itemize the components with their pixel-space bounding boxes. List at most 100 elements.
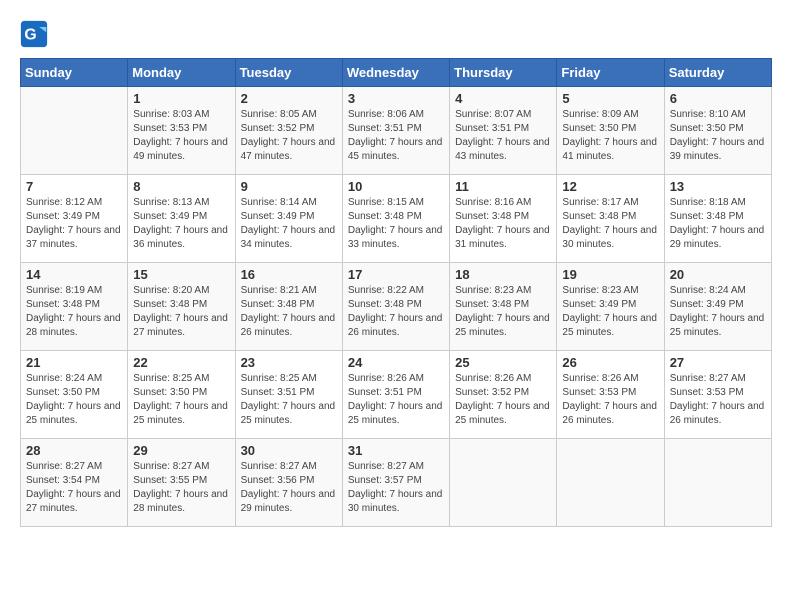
day-number: 21 xyxy=(26,355,122,370)
day-info: Sunrise: 8:24 AMSunset: 3:49 PMDaylight:… xyxy=(670,284,766,340)
calendar-cell xyxy=(450,439,557,527)
day-info: Sunrise: 8:18 AMSunset: 3:48 PMDaylight:… xyxy=(670,196,766,252)
calendar-cell: 13 Sunrise: 8:18 AMSunset: 3:48 PMDayligh… xyxy=(664,175,771,263)
logo: G xyxy=(20,20,52,48)
calendar-cell: 4 Sunrise: 8:07 AMSunset: 3:51 PMDaylight… xyxy=(450,87,557,175)
calendar-cell: 3 Sunrise: 8:06 AMSunset: 3:51 PMDaylight… xyxy=(342,87,449,175)
header-wednesday: Wednesday xyxy=(342,59,449,87)
page-header: G xyxy=(20,16,772,48)
calendar-cell xyxy=(664,439,771,527)
calendar-cell: 31 Sunrise: 8:27 AMSunset: 3:57 PMDayligh… xyxy=(342,439,449,527)
calendar-cell: 8 Sunrise: 8:13 AMSunset: 3:49 PMDaylight… xyxy=(128,175,235,263)
day-number: 5 xyxy=(562,91,658,106)
day-info: Sunrise: 8:20 AMSunset: 3:48 PMDaylight:… xyxy=(133,284,229,340)
day-info: Sunrise: 8:06 AMSunset: 3:51 PMDaylight:… xyxy=(348,108,444,164)
calendar-cell: 7 Sunrise: 8:12 AMSunset: 3:49 PMDaylight… xyxy=(21,175,128,263)
day-info: Sunrise: 8:27 AMSunset: 3:57 PMDaylight:… xyxy=(348,460,444,516)
day-number: 13 xyxy=(670,179,766,194)
day-number: 10 xyxy=(348,179,444,194)
day-info: Sunrise: 8:09 AMSunset: 3:50 PMDaylight:… xyxy=(562,108,658,164)
day-info: Sunrise: 8:07 AMSunset: 3:51 PMDaylight:… xyxy=(455,108,551,164)
day-number: 17 xyxy=(348,267,444,282)
calendar-cell: 10 Sunrise: 8:15 AMSunset: 3:48 PMDayligh… xyxy=(342,175,449,263)
calendar-cell: 5 Sunrise: 8:09 AMSunset: 3:50 PMDaylight… xyxy=(557,87,664,175)
calendar-cell: 6 Sunrise: 8:10 AMSunset: 3:50 PMDaylight… xyxy=(664,87,771,175)
day-info: Sunrise: 8:25 AMSunset: 3:51 PMDaylight:… xyxy=(241,372,337,428)
calendar-cell: 21 Sunrise: 8:24 AMSunset: 3:50 PMDayligh… xyxy=(21,351,128,439)
calendar-cell xyxy=(557,439,664,527)
day-number: 28 xyxy=(26,443,122,458)
day-info: Sunrise: 8:19 AMSunset: 3:48 PMDaylight:… xyxy=(26,284,122,340)
header-sunday: Sunday xyxy=(21,59,128,87)
calendar-cell: 28 Sunrise: 8:27 AMSunset: 3:54 PMDayligh… xyxy=(21,439,128,527)
day-info: Sunrise: 8:27 AMSunset: 3:56 PMDaylight:… xyxy=(241,460,337,516)
day-info: Sunrise: 8:12 AMSunset: 3:49 PMDaylight:… xyxy=(26,196,122,252)
calendar-week-3: 14 Sunrise: 8:19 AMSunset: 3:48 PMDayligh… xyxy=(21,263,772,351)
day-number: 8 xyxy=(133,179,229,194)
calendar-cell: 22 Sunrise: 8:25 AMSunset: 3:50 PMDayligh… xyxy=(128,351,235,439)
logo-icon: G xyxy=(20,20,48,48)
day-info: Sunrise: 8:21 AMSunset: 3:48 PMDaylight:… xyxy=(241,284,337,340)
calendar-cell: 9 Sunrise: 8:14 AMSunset: 3:49 PMDaylight… xyxy=(235,175,342,263)
day-info: Sunrise: 8:13 AMSunset: 3:49 PMDaylight:… xyxy=(133,196,229,252)
calendar-cell: 17 Sunrise: 8:22 AMSunset: 3:48 PMDayligh… xyxy=(342,263,449,351)
day-info: Sunrise: 8:05 AMSunset: 3:52 PMDaylight:… xyxy=(241,108,337,164)
calendar-cell: 11 Sunrise: 8:16 AMSunset: 3:48 PMDayligh… xyxy=(450,175,557,263)
day-info: Sunrise: 8:03 AMSunset: 3:53 PMDaylight:… xyxy=(133,108,229,164)
day-info: Sunrise: 8:27 AMSunset: 3:54 PMDaylight:… xyxy=(26,460,122,516)
calendar-cell: 15 Sunrise: 8:20 AMSunset: 3:48 PMDayligh… xyxy=(128,263,235,351)
day-number: 30 xyxy=(241,443,337,458)
day-number: 19 xyxy=(562,267,658,282)
calendar-cell: 24 Sunrise: 8:26 AMSunset: 3:51 PMDayligh… xyxy=(342,351,449,439)
day-number: 26 xyxy=(562,355,658,370)
calendar-cell: 1Sunrise: 8:03 AMSunset: 3:53 PMDaylight… xyxy=(128,87,235,175)
day-info: Sunrise: 8:10 AMSunset: 3:50 PMDaylight:… xyxy=(670,108,766,164)
svg-text:G: G xyxy=(24,26,36,43)
calendar-cell xyxy=(21,87,128,175)
day-number: 31 xyxy=(348,443,444,458)
day-number: 4 xyxy=(455,91,551,106)
day-number: 2 xyxy=(241,91,337,106)
calendar-cell: 16 Sunrise: 8:21 AMSunset: 3:48 PMDayligh… xyxy=(235,263,342,351)
day-number: 15 xyxy=(133,267,229,282)
day-number: 7 xyxy=(26,179,122,194)
day-number: 16 xyxy=(241,267,337,282)
day-number: 3 xyxy=(348,91,444,106)
calendar-cell: 2 Sunrise: 8:05 AMSunset: 3:52 PMDaylight… xyxy=(235,87,342,175)
day-info: Sunrise: 8:23 AMSunset: 3:48 PMDaylight:… xyxy=(455,284,551,340)
day-info: Sunrise: 8:16 AMSunset: 3:48 PMDaylight:… xyxy=(455,196,551,252)
calendar-cell: 14 Sunrise: 8:19 AMSunset: 3:48 PMDayligh… xyxy=(21,263,128,351)
day-info: Sunrise: 8:17 AMSunset: 3:48 PMDaylight:… xyxy=(562,196,658,252)
day-info: Sunrise: 8:27 AMSunset: 3:53 PMDaylight:… xyxy=(670,372,766,428)
calendar-cell: 29Sunrise: 8:27 AMSunset: 3:55 PMDayligh… xyxy=(128,439,235,527)
day-info: Sunrise: 8:15 AMSunset: 3:48 PMDaylight:… xyxy=(348,196,444,252)
calendar-header-row: SundayMondayTuesdayWednesdayThursdayFrid… xyxy=(21,59,772,87)
day-number: 12 xyxy=(562,179,658,194)
day-number: 18 xyxy=(455,267,551,282)
day-info: Sunrise: 8:14 AMSunset: 3:49 PMDaylight:… xyxy=(241,196,337,252)
day-number: 6 xyxy=(670,91,766,106)
day-number: 24 xyxy=(348,355,444,370)
day-number: 27 xyxy=(670,355,766,370)
day-number: 14 xyxy=(26,267,122,282)
calendar-cell: 12 Sunrise: 8:17 AMSunset: 3:48 PMDayligh… xyxy=(557,175,664,263)
day-info: Sunrise: 8:26 AMSunset: 3:52 PMDaylight:… xyxy=(455,372,551,428)
day-number: 11 xyxy=(455,179,551,194)
calendar-cell: 20Sunrise: 8:24 AMSunset: 3:49 PMDayligh… xyxy=(664,263,771,351)
day-info: Sunrise: 8:23 AMSunset: 3:49 PMDaylight:… xyxy=(562,284,658,340)
calendar-cell: 19 Sunrise: 8:23 AMSunset: 3:49 PMDayligh… xyxy=(557,263,664,351)
calendar-week-4: 21 Sunrise: 8:24 AMSunset: 3:50 PMDayligh… xyxy=(21,351,772,439)
calendar-cell: 18 Sunrise: 8:23 AMSunset: 3:48 PMDayligh… xyxy=(450,263,557,351)
header-tuesday: Tuesday xyxy=(235,59,342,87)
day-info: Sunrise: 8:25 AMSunset: 3:50 PMDaylight:… xyxy=(133,372,229,428)
day-info: Sunrise: 8:26 AMSunset: 3:51 PMDaylight:… xyxy=(348,372,444,428)
day-info: Sunrise: 8:26 AMSunset: 3:53 PMDaylight:… xyxy=(562,372,658,428)
day-number: 9 xyxy=(241,179,337,194)
calendar-cell: 30 Sunrise: 8:27 AMSunset: 3:56 PMDayligh… xyxy=(235,439,342,527)
calendar-cell: 23Sunrise: 8:25 AMSunset: 3:51 PMDayligh… xyxy=(235,351,342,439)
calendar-table: SundayMondayTuesdayWednesdayThursdayFrid… xyxy=(20,58,772,527)
day-info: Sunrise: 8:24 AMSunset: 3:50 PMDaylight:… xyxy=(26,372,122,428)
day-number: 22 xyxy=(133,355,229,370)
header-monday: Monday xyxy=(128,59,235,87)
day-info: Sunrise: 8:22 AMSunset: 3:48 PMDaylight:… xyxy=(348,284,444,340)
